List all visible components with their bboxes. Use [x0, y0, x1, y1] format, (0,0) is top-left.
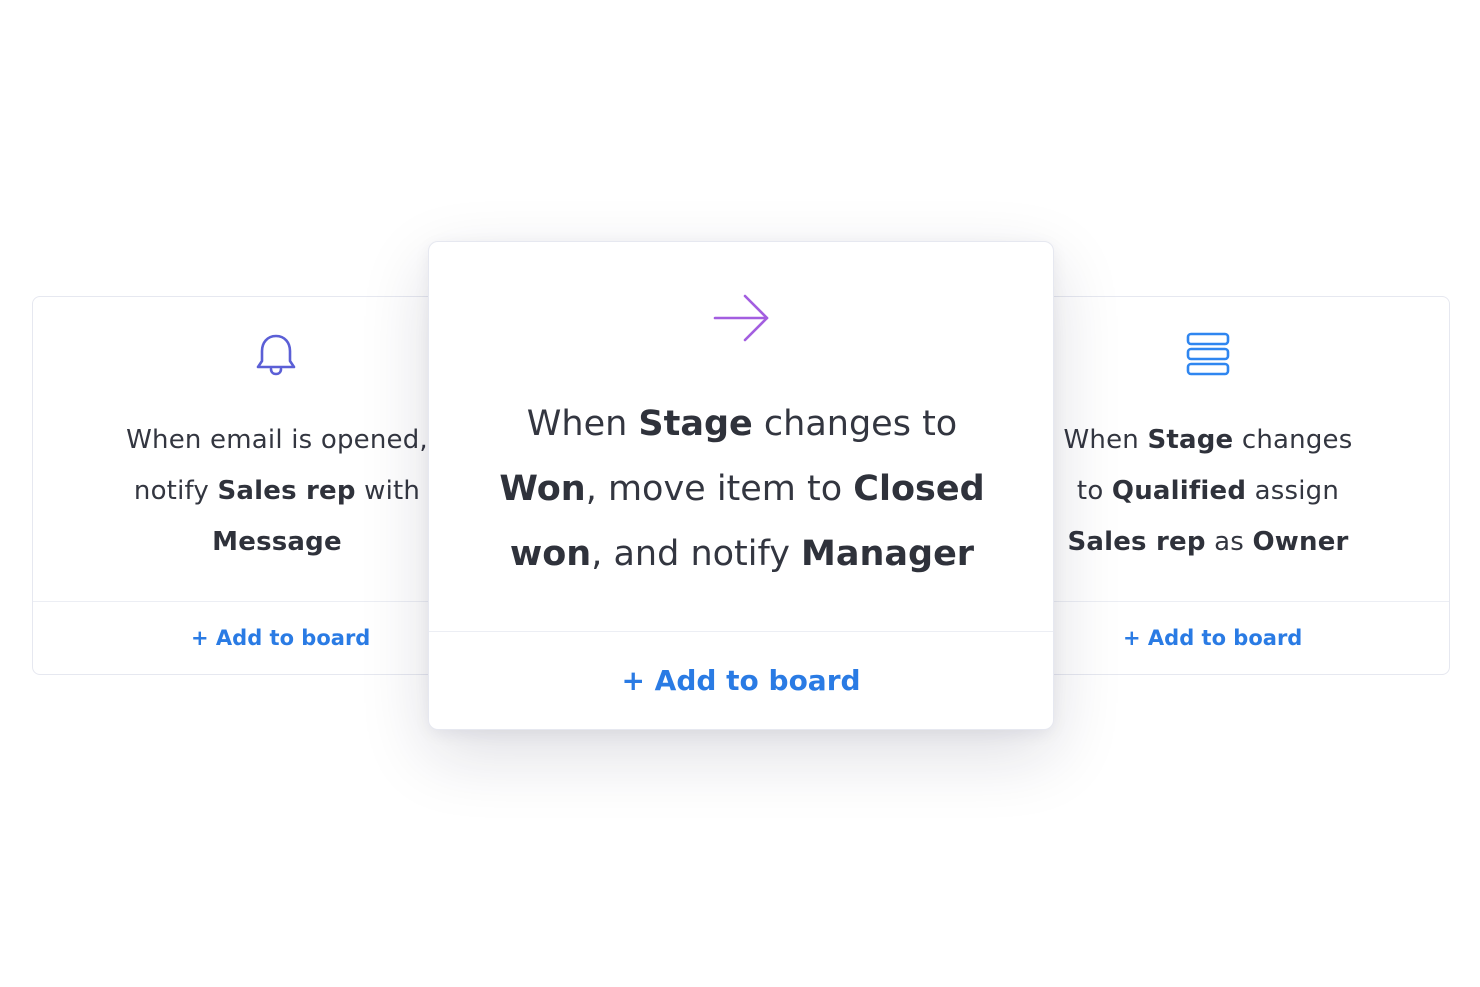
description-line: Message — [87, 517, 467, 568]
description-text: , and notify — [591, 534, 802, 574]
description-text: When — [526, 404, 639, 444]
description-text: changes — [1233, 425, 1353, 455]
description-text: as — [1205, 527, 1253, 557]
description-line: to Qualified assign — [1015, 466, 1401, 517]
description-line: Sales rep as Owner — [1015, 517, 1401, 568]
description-text: assign — [1246, 476, 1340, 506]
description-line: When Stage changes to — [459, 392, 1025, 457]
description-text: notify — [133, 476, 218, 506]
arrow-right-icon — [709, 288, 775, 348]
add-to-board-button[interactable]: + Add to board — [1123, 626, 1302, 650]
highlighted-term: Sales rep — [217, 476, 356, 506]
recipe-card-stage-won: When Stage changes to Won, move item to C… — [428, 241, 1054, 730]
highlighted-term: Owner — [1252, 527, 1349, 557]
description-line: Won, move item to Closed — [459, 457, 1025, 522]
description-line: won, and notify Manager — [459, 522, 1025, 587]
add-to-board-button[interactable]: + Add to board — [191, 626, 370, 650]
description-text: with — [355, 476, 421, 506]
description-text: , move item to — [585, 469, 854, 509]
description-text: to — [1076, 476, 1112, 506]
description-text: changes to — [752, 404, 958, 444]
stack-icon — [1185, 331, 1231, 377]
description-text: When — [1063, 425, 1148, 455]
description-line: When email is opened, — [87, 415, 467, 466]
highlighted-term: won — [509, 534, 592, 574]
highlighted-term: Won — [499, 469, 586, 509]
description-text: When email is opened, — [126, 425, 428, 455]
add-to-board-button[interactable]: + Add to board — [621, 664, 860, 697]
recipe-card-footer: + Add to board — [429, 631, 1053, 729]
highlighted-term: Stage — [638, 404, 753, 444]
description-line: notify Sales rep with — [87, 466, 467, 517]
automation-recipes: When email is opened, notify Sales rep wi… — [0, 0, 1480, 987]
recipe-description: When Stage changes to Won, move item to C… — [459, 392, 1025, 587]
highlighted-term: Manager — [801, 534, 975, 574]
highlighted-term: Sales rep — [1067, 527, 1206, 557]
highlighted-term: Message — [212, 527, 342, 557]
highlighted-term: Stage — [1147, 425, 1234, 455]
highlighted-term: Closed — [853, 469, 985, 509]
bell-icon — [253, 331, 299, 377]
recipe-description: When email is opened, notify Sales rep wi… — [87, 415, 467, 568]
recipe-description: When Stage changes to Qualified assign Sal… — [1015, 415, 1401, 568]
description-line: When Stage changes — [1015, 415, 1401, 466]
highlighted-term: Qualified — [1111, 476, 1247, 506]
